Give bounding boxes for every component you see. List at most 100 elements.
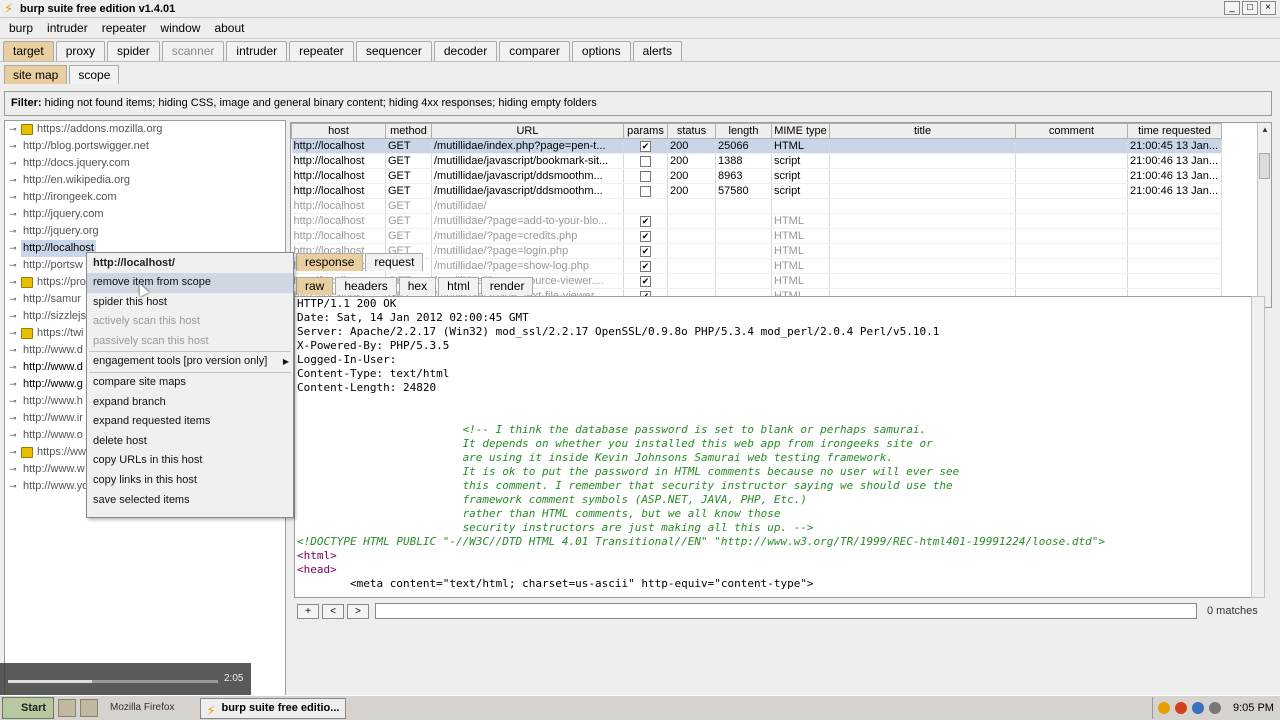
table-scrollbar[interactable]: ▲: [1257, 123, 1271, 307]
burp-task-button[interactable]: ⚡ burp suite free editio...: [200, 697, 347, 719]
scroll-thumb[interactable]: [1259, 153, 1270, 179]
tree-item[interactable]: ⊸ http://jquery.org: [5, 223, 285, 240]
close-button[interactable]: ×: [1260, 1, 1276, 15]
tree-expand-icon[interactable]: ⊸: [9, 274, 21, 291]
column-header[interactable]: host: [291, 123, 386, 139]
video-controls[interactable]: 2:05: [0, 663, 251, 695]
tab-proxy[interactable]: proxy: [55, 41, 106, 61]
tab-options[interactable]: options: [571, 41, 631, 61]
menu-window[interactable]: window: [153, 21, 207, 35]
tree-expand-icon[interactable]: ⊸: [9, 155, 21, 172]
video-progress-bar[interactable]: [8, 680, 218, 683]
tab-sequencer[interactable]: sequencer: [355, 41, 432, 61]
menu-repeater[interactable]: repeater: [95, 21, 154, 35]
column-header[interactable]: time requested: [1127, 123, 1222, 139]
tree-expand-icon[interactable]: ⊸: [9, 342, 21, 359]
context-menu-item[interactable]: spider this host: [87, 293, 293, 313]
search-prev-button[interactable]: <: [322, 603, 344, 619]
tab-request[interactable]: request: [365, 253, 424, 271]
column-header[interactable]: MIME type: [771, 123, 830, 139]
firefox-task[interactable]: Mozilla Firefox: [104, 698, 180, 718]
tree-expand-icon[interactable]: ⊸: [9, 376, 21, 393]
minimize-button[interactable]: _: [1224, 1, 1240, 15]
context-menu-item[interactable]: delete host: [87, 432, 293, 452]
tab-render[interactable]: render: [480, 277, 534, 295]
tab-scope[interactable]: scope: [69, 65, 120, 84]
tree-expand-icon[interactable]: ⊸: [9, 427, 21, 444]
search-input[interactable]: [375, 603, 1197, 619]
table-row[interactable]: http://localhost GET/mutillidae/javascrip…: [291, 168, 1222, 184]
tree-expand-icon[interactable]: ⊸: [9, 121, 21, 138]
response-editor[interactable]: HTTP/1.1 200 OK Date: Sat, 14 Jan 2012 02…: [294, 296, 1264, 598]
table-row[interactable]: http://localhost GET/mutillidae/?page=add…: [291, 213, 1222, 229]
tree-expand-icon[interactable]: ⊸: [9, 393, 21, 410]
tree-item[interactable]: ⊸ http://jquery.com: [5, 206, 285, 223]
tray-app-icon[interactable]: [1158, 702, 1170, 714]
tab-html[interactable]: html: [438, 277, 479, 295]
context-menu-item[interactable]: copy URLs in this host: [87, 451, 293, 471]
table-row[interactable]: http://localhost GET/mutillidae/: [291, 198, 1222, 214]
tree-expand-icon[interactable]: ⊸: [9, 461, 21, 478]
table-row[interactable]: http://localhost GET/mutillidae/javascrip…: [291, 153, 1222, 169]
column-header[interactable]: status: [667, 123, 716, 139]
context-menu-item[interactable]: expand branch: [87, 393, 293, 413]
tab-comparer[interactable]: comparer: [499, 41, 570, 61]
tree-expand-icon[interactable]: ⊸: [9, 172, 21, 189]
tree-expand-icon[interactable]: ⊸: [9, 240, 21, 257]
table-row[interactable]: http://localhost GET/mutillidae/?page=log…: [291, 243, 1222, 259]
tab-spider[interactable]: spider: [107, 41, 160, 61]
tab-scanner[interactable]: scanner: [161, 41, 225, 61]
column-header[interactable]: URL: [431, 123, 624, 139]
tree-expand-icon[interactable]: ⊸: [9, 478, 21, 495]
context-menu-item[interactable]: engagement tools [pro version only] ▶: [87, 352, 293, 372]
quicklaunch-icon[interactable]: [58, 699, 76, 717]
maximize-button[interactable]: □: [1242, 1, 1258, 15]
tab-hex[interactable]: hex: [398, 277, 437, 295]
tree-item[interactable]: ⊸ http://irongeek.com: [5, 189, 285, 206]
tree-expand-icon[interactable]: ⊸: [9, 308, 21, 325]
tree-item[interactable]: ⊸ http://blog.portswigger.net: [5, 138, 285, 155]
column-header[interactable]: params: [623, 123, 668, 139]
tray-volume-icon[interactable]: [1209, 702, 1221, 714]
tree-expand-icon[interactable]: ⊸: [9, 444, 21, 461]
tree-expand-icon[interactable]: ⊸: [9, 410, 21, 427]
column-header[interactable]: length: [715, 123, 772, 139]
tray-security-icon[interactable]: [1175, 702, 1187, 714]
tab-decoder[interactable]: decoder: [433, 41, 498, 61]
column-header[interactable]: title: [829, 123, 1016, 139]
tree-expand-icon[interactable]: ⊸: [9, 291, 21, 308]
search-next-button[interactable]: >: [347, 603, 369, 619]
tab-alerts[interactable]: alerts: [632, 41, 682, 61]
menu-about[interactable]: about: [207, 21, 251, 35]
context-menu-item[interactable]: remove item from scope: [87, 273, 293, 293]
scroll-up-icon[interactable]: ▲: [1258, 123, 1271, 137]
tree-item[interactable]: ⊸ http://en.wikipedia.org: [5, 172, 285, 189]
tray-network-icon[interactable]: [1192, 702, 1204, 714]
start-button[interactable]: Start: [2, 697, 54, 719]
column-header[interactable]: method: [385, 123, 432, 139]
context-menu-item[interactable]: compare site maps: [87, 373, 293, 393]
tree-expand-icon[interactable]: ⊸: [9, 257, 21, 274]
firefox-icon[interactable]: [80, 699, 98, 717]
tab-raw[interactable]: raw: [296, 277, 334, 295]
menu-intruder[interactable]: intruder: [40, 21, 95, 35]
tab-repeater[interactable]: repeater: [289, 41, 354, 61]
table-row[interactable]: http://localhost GET/mutillidae/index.php…: [291, 138, 1222, 154]
tree-expand-icon[interactable]: ⊸: [9, 359, 21, 376]
search-options-button[interactable]: +: [297, 603, 319, 619]
table-row[interactable]: http://localhost GET/mutillidae/javascrip…: [291, 183, 1222, 199]
tab-target[interactable]: target: [3, 41, 54, 61]
menu-burp[interactable]: burp: [2, 21, 40, 35]
tree-item[interactable]: ⊸ http://docs.jquery.com: [5, 155, 285, 172]
table-row[interactable]: http://localhostGET/mutillidae/?page=sho…: [291, 258, 1222, 274]
tab-site-map[interactable]: site map: [4, 65, 68, 84]
tab-headers[interactable]: headers: [335, 277, 397, 295]
editor-scrollbar[interactable]: [1251, 296, 1265, 598]
tree-expand-icon[interactable]: ⊸: [9, 325, 21, 342]
tree-expand-icon[interactable]: ⊸: [9, 138, 21, 155]
tree-item[interactable]: ⊸ https://addons.mozilla.org: [5, 121, 285, 138]
tree-expand-icon[interactable]: ⊸: [9, 206, 21, 223]
filter-bar[interactable]: Filter: hiding not found items; hiding C…: [4, 91, 1272, 116]
context-menu-item[interactable]: copy links in this host: [87, 471, 293, 491]
column-header[interactable]: comment: [1015, 123, 1128, 139]
